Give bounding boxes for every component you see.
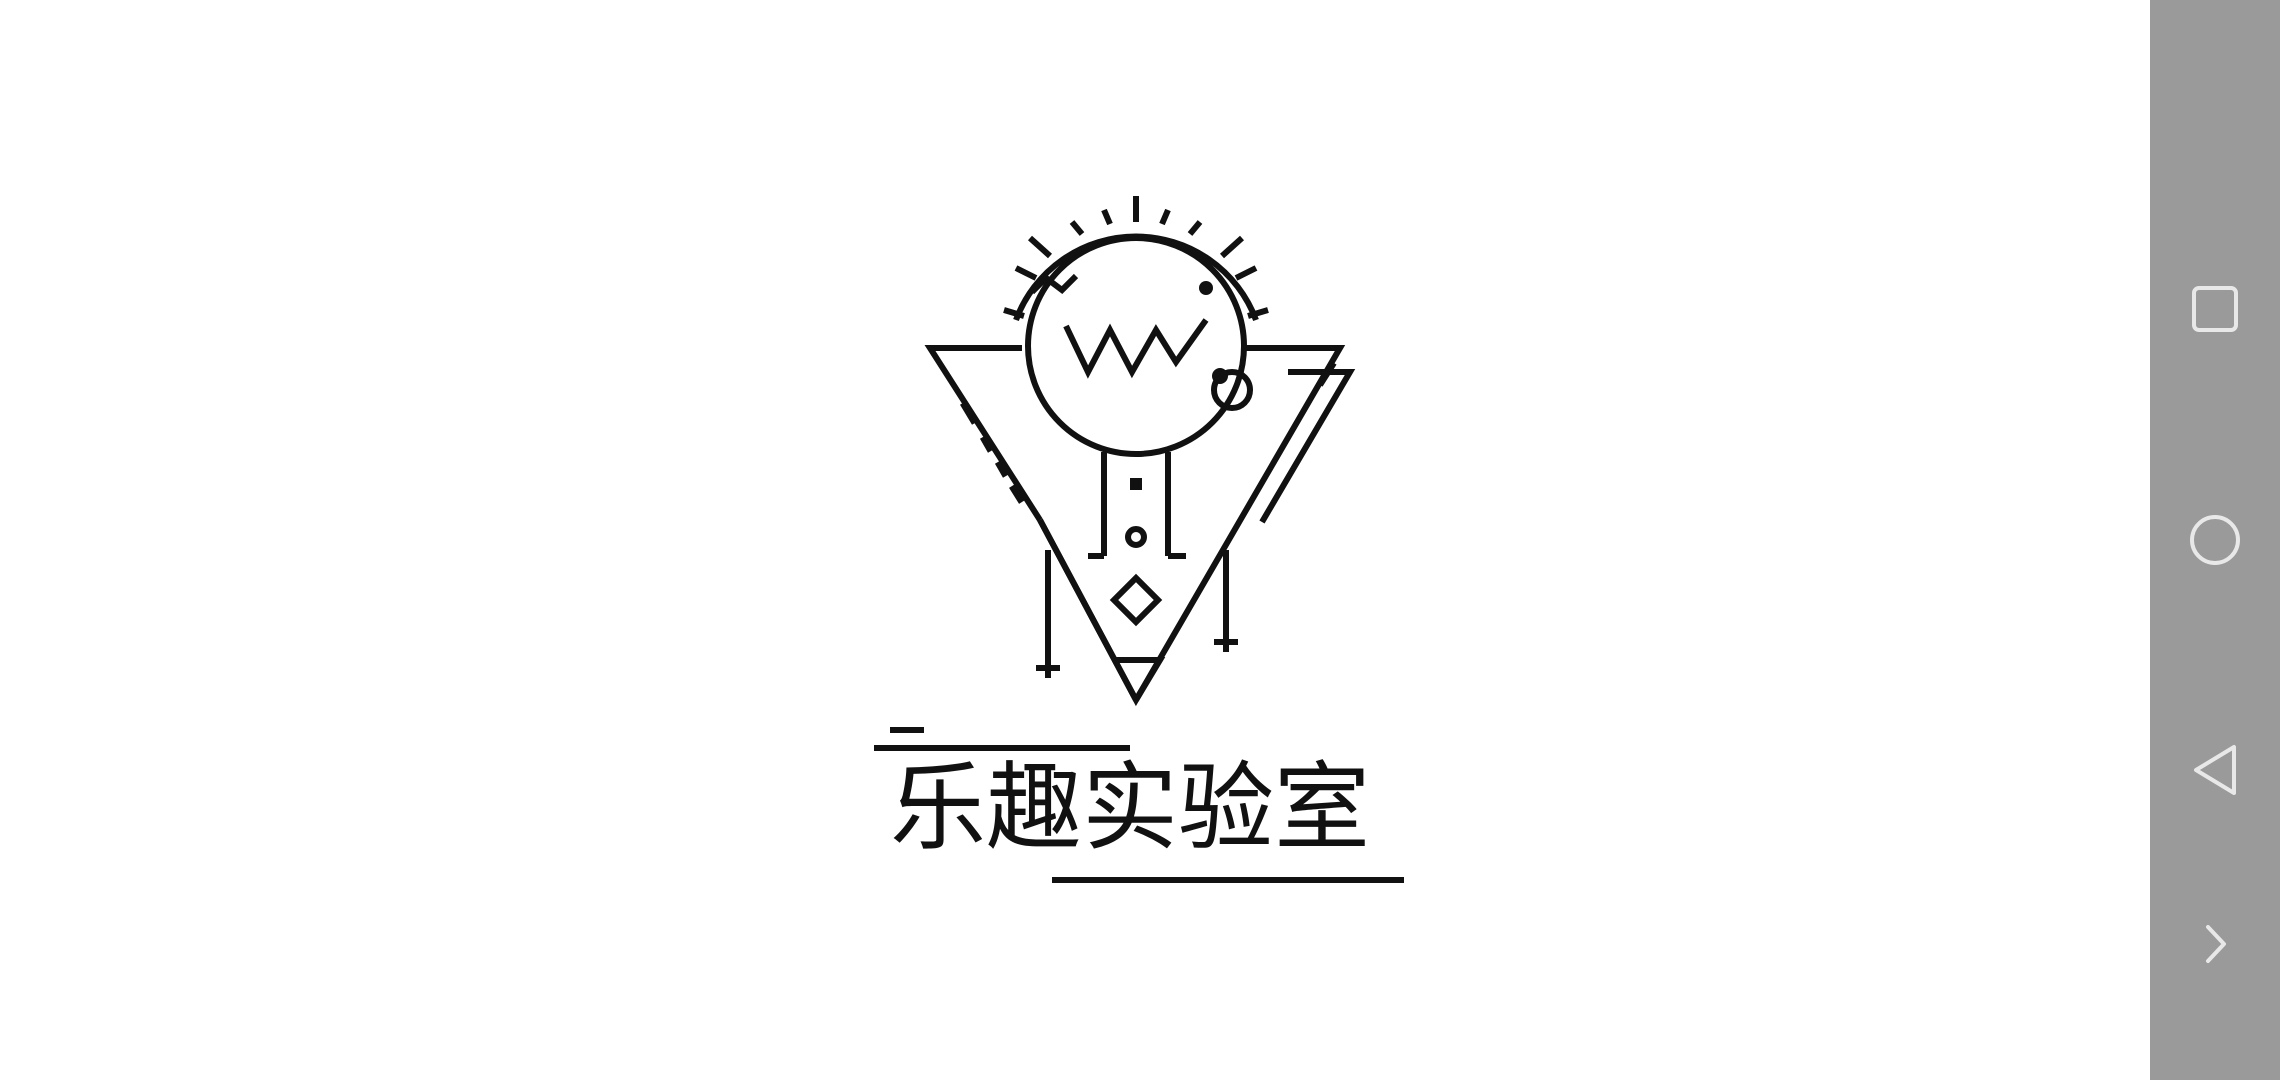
expand-button[interactable] bbox=[2150, 884, 2280, 1004]
circle-icon bbox=[2190, 515, 2240, 565]
chevron-right-icon bbox=[2206, 925, 2226, 963]
system-navigation-bar bbox=[2150, 0, 2280, 1080]
square-icon bbox=[2192, 286, 2238, 332]
home-button[interactable] bbox=[2150, 480, 2280, 600]
back-button[interactable] bbox=[2150, 710, 2280, 830]
triangle-left-edge bbox=[924, 345, 1043, 522]
triangle-right-edge bbox=[1037, 345, 1346, 707]
science-lab-character-logo-icon bbox=[874, 196, 1404, 883]
recents-button[interactable] bbox=[2150, 249, 2280, 369]
brand-title: 乐趣实验室 bbox=[890, 752, 1370, 864]
splash-screen: 乐趣实验室 bbox=[0, 0, 2150, 1080]
app-screen: 乐趣实验室 bbox=[0, 0, 2280, 1080]
triangle-left-icon bbox=[2194, 745, 2236, 795]
